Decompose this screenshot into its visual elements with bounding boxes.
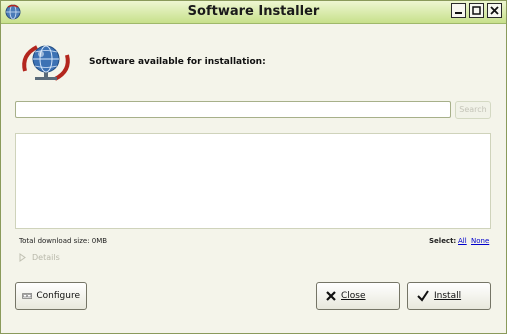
install-label: Install	[434, 291, 462, 301]
minimize-button[interactable]	[451, 3, 466, 18]
search-input[interactable]	[15, 101, 451, 118]
select-all-link[interactable]: All	[458, 237, 467, 245]
package-list[interactable]	[15, 133, 491, 229]
details-expander[interactable]: Details	[19, 253, 60, 262]
installer-window: Software Installer Software available fo…	[0, 0, 507, 334]
select-none-link[interactable]: None	[471, 237, 489, 245]
globe-network-icon	[22, 45, 70, 81]
maximize-button[interactable]	[469, 3, 484, 18]
x-icon	[326, 291, 336, 301]
details-label: Details	[32, 253, 60, 262]
expander-arrow-icon	[19, 253, 26, 262]
maximize-icon	[472, 6, 481, 15]
minimize-icon	[455, 12, 462, 14]
window-title: Software Installer	[187, 4, 320, 19]
section-heading: Software available for installation:	[89, 57, 266, 67]
total-download-size: Total download size: 0MB	[19, 237, 108, 245]
search-button[interactable]: Search	[455, 101, 491, 119]
title-bar[interactable]: Software Installer	[1, 1, 506, 24]
configure-label: Configure	[36, 291, 80, 301]
computer-network-icon	[22, 293, 33, 299]
close-icon	[490, 6, 499, 15]
checkmark-icon	[417, 290, 429, 302]
select-label: Select:	[429, 237, 457, 245]
close-button[interactable]: Close	[316, 282, 400, 310]
install-button[interactable]: Install	[407, 282, 491, 310]
configure-button[interactable]: Configure	[15, 282, 87, 310]
close-label: Close	[341, 291, 366, 301]
close-window-button[interactable]	[487, 3, 502, 18]
